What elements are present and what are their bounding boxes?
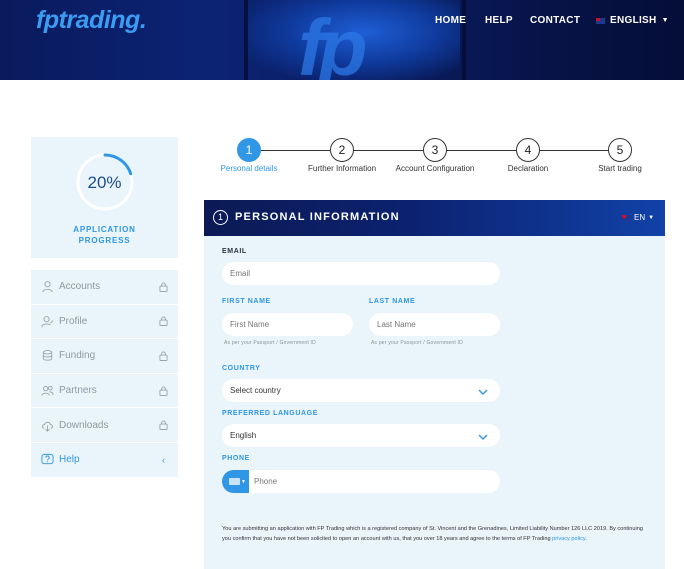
country-label: COUNTRY xyxy=(222,365,261,372)
phone-label: PHONE xyxy=(222,455,250,462)
step-5[interactable]: 5 xyxy=(608,138,632,162)
sidebar-item-label: Help xyxy=(59,454,80,466)
sidebar-item-label: Downloads xyxy=(59,419,109,431)
coins-icon xyxy=(42,350,53,362)
sidebar-item-profile[interactable]: Profile xyxy=(31,304,178,340)
fptrading-logo[interactable]: fptrading. xyxy=(36,6,147,35)
progress-value: 20% xyxy=(87,173,122,192)
form-language-selector[interactable]: EN ▼ xyxy=(622,213,654,222)
users-icon xyxy=(41,385,54,396)
language-label: ENGLISH xyxy=(610,15,657,26)
caret-down-icon: ▼ xyxy=(648,214,655,221)
step-label-personal-details: Personal details xyxy=(220,164,278,173)
lock-icon xyxy=(159,386,168,396)
site-header: fp fptrading. HOME HELP CONTACT ENGLISH … xyxy=(0,0,684,80)
country-select-value: Select country xyxy=(230,386,281,395)
sidebar-item-help[interactable]: Help ‹ xyxy=(31,442,178,478)
sidebar-item-downloads[interactable]: Downloads xyxy=(31,408,178,443)
step-label-account-configuration: Account Configuration xyxy=(395,164,475,173)
header-watermark: fp xyxy=(298,3,367,81)
preferred-language-select[interactable]: English xyxy=(222,424,500,447)
sidebar-item-label: Partners xyxy=(59,385,97,397)
sidebar-item-label: Accounts xyxy=(59,281,101,293)
flag-icon xyxy=(229,478,240,485)
header-divider xyxy=(462,0,466,80)
last-name-input[interactable] xyxy=(369,313,500,336)
first-name-input[interactable] xyxy=(222,313,353,336)
application-disclaimer: You are submitting an application with F… xyxy=(222,526,643,542)
caret-down-icon: ▼ xyxy=(661,17,669,24)
help-chat-icon xyxy=(41,454,54,465)
sidebar-menu: Accounts Profile Funding Partners Downlo… xyxy=(31,270,178,478)
lock-icon xyxy=(159,351,168,361)
step-4[interactable]: 4 xyxy=(516,138,540,162)
step-label-declaration: Declaration xyxy=(507,164,549,173)
chevron-down-icon xyxy=(478,389,488,395)
caret-down-icon: ▼ xyxy=(241,479,246,485)
step-label-further-information: Further Information xyxy=(307,164,377,173)
sidebar-item-accounts[interactable]: Accounts xyxy=(31,270,178,305)
header-divider xyxy=(244,0,248,80)
preferred-language-value: English xyxy=(230,431,257,440)
sidebar-item-label: Profile xyxy=(59,315,88,327)
step-1[interactable]: 1 xyxy=(237,138,261,162)
last-name-hint: As per your Passport / Government ID xyxy=(371,340,463,346)
form-language-label: EN xyxy=(634,213,646,222)
user-edit-icon xyxy=(41,316,54,328)
personal-information-panel xyxy=(204,236,665,569)
first-name-hint: As per your Passport / Government ID xyxy=(224,340,316,346)
email-input[interactable] xyxy=(222,262,500,285)
last-name-label: LAST NAME xyxy=(369,298,416,305)
chevron-down-icon xyxy=(478,434,488,440)
preferred-language-label: PREFERRED LANGUAGE xyxy=(222,410,318,417)
first-name-label: FIRST NAME xyxy=(222,298,271,305)
cloud-download-icon xyxy=(42,421,53,432)
phone-country-selector[interactable]: ▼ xyxy=(222,470,249,493)
nav-contact[interactable]: CONTACT xyxy=(530,15,580,26)
flag-icon xyxy=(596,17,605,24)
section-number: 1 xyxy=(213,210,228,225)
lock-icon xyxy=(159,316,168,327)
sidebar-item-funding[interactable]: Funding xyxy=(31,339,178,374)
sidebar-item-partners[interactable]: Partners xyxy=(31,373,178,409)
nav-home[interactable]: HOME xyxy=(435,15,466,26)
user-icon xyxy=(42,281,53,293)
language-selector[interactable]: ENGLISH ▼ xyxy=(596,15,669,26)
phone-input[interactable] xyxy=(222,470,500,493)
privacy-policy-link[interactable]: privacy policy xyxy=(552,536,585,542)
progress-label: APPLICATION PROGRESS xyxy=(73,225,136,245)
sidebar-item-label: Funding xyxy=(59,350,96,362)
section-title: PERSONAL INFORMATION xyxy=(235,211,400,223)
step-3[interactable]: 3 xyxy=(423,138,447,162)
lock-icon xyxy=(159,282,168,292)
step-2[interactable]: 2 xyxy=(330,138,354,162)
step-label-start-trading: Start trading xyxy=(598,164,642,173)
flag-icon xyxy=(622,214,631,221)
nav-help[interactable]: HELP xyxy=(485,15,513,26)
email-label: EMAIL xyxy=(222,248,247,255)
personal-information-header: 1 PERSONAL INFORMATION EN ▼ xyxy=(204,200,665,236)
lock-icon xyxy=(159,420,168,431)
country-select[interactable]: Select country xyxy=(222,379,500,402)
chevron-left-icon: ‹ xyxy=(162,454,165,465)
